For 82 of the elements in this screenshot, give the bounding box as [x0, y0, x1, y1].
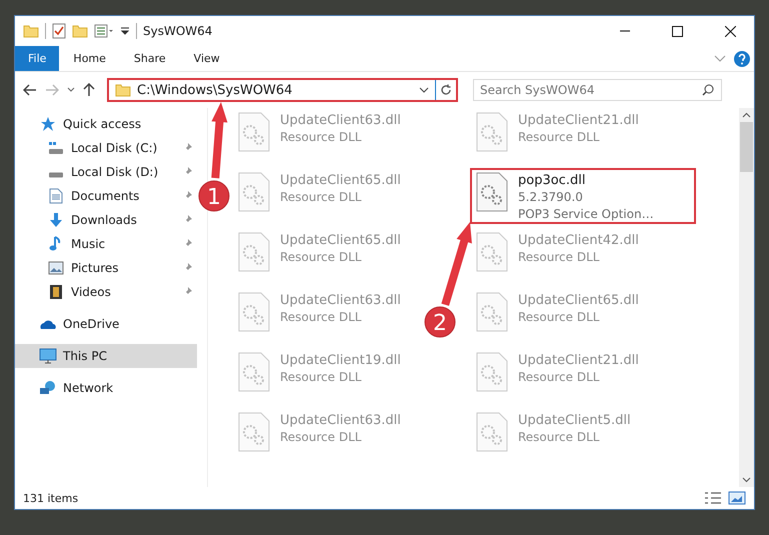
document-icon — [49, 188, 63, 204]
sidebar-item[interactable]: OneDrive — [15, 312, 197, 336]
file-detail: POP3 Service Option… — [518, 206, 654, 223]
network-icon — [39, 380, 57, 396]
selected-file-item[interactable]: pop3oc.dll 5.2.3790.0 POP3 Service Option… — [470, 168, 696, 224]
download-icon — [48, 212, 64, 228]
maximize-icon — [672, 26, 683, 36]
file-detail: Resource DLL — [280, 129, 362, 146]
music-note-icon — [49, 236, 63, 252]
scrollbar-thumb[interactable] — [740, 122, 753, 172]
gear-file-icon — [476, 232, 508, 272]
details-view-icon[interactable] — [704, 491, 722, 505]
close-icon — [725, 26, 736, 36]
sidebar-item[interactable]: Network — [15, 376, 197, 400]
properties-icon[interactable] — [94, 24, 114, 38]
window-title: SysWOW64 — [143, 24, 214, 38]
checklist-icon[interactable] — [52, 23, 66, 39]
gear-file-icon — [476, 412, 508, 452]
up-button[interactable] — [81, 81, 97, 99]
sidebar-item[interactable]: Pictures — [15, 256, 197, 280]
step-badge: 1 — [198, 180, 230, 212]
file-detail: Resource DLL — [518, 309, 600, 326]
caret-icon — [67, 87, 75, 93]
sidebar-item[interactable]: Videos — [15, 280, 197, 304]
gear-file-icon — [238, 172, 270, 212]
sidebar-item[interactable]: Documents — [15, 184, 197, 208]
address-path: C:\Windows\SysWOW64 — [137, 82, 294, 98]
chevron-down-icon[interactable] — [419, 87, 429, 93]
file-detail: Resource DLL — [518, 369, 600, 386]
folder-icon — [72, 24, 88, 38]
help-icon[interactable] — [734, 50, 750, 66]
monitor-icon — [39, 348, 57, 364]
ribbon-tab[interactable]: Share — [120, 46, 180, 71]
address-bar[interactable]: C:\Windows\SysWOW64 — [107, 78, 458, 102]
file-menu-button[interactable]: File — [15, 46, 60, 71]
sidebar-item[interactable]: Quick access — [15, 112, 197, 136]
file-detail: Resource DLL — [280, 369, 362, 386]
gear-file-icon — [476, 352, 508, 392]
sidebar-item[interactable]: Music — [15, 232, 197, 256]
file-detail: Resource DLL — [280, 249, 362, 266]
scroll-up-icon[interactable] — [742, 111, 751, 120]
file-detail: 5.2.3790.0 — [518, 189, 584, 206]
gear-file-icon — [238, 352, 270, 392]
file-detail: Resource DLL — [518, 429, 600, 446]
search-field[interactable]: Search SysWOW64 — [473, 79, 722, 101]
gear-file-icon — [238, 112, 270, 152]
sidebar-item[interactable]: This PC — [15, 344, 197, 368]
file-detail: Resource DLL — [518, 249, 600, 266]
expand-ribbon-icon[interactable] — [714, 54, 726, 62]
gear-file-icon — [476, 172, 508, 212]
file-name[interactable]: pop3oc.dll — [518, 172, 654, 189]
dropdown-icon[interactable] — [120, 26, 130, 36]
folder-icon — [23, 24, 39, 38]
file-detail: Resource DLL — [518, 129, 600, 146]
ribbon-tab[interactable]: Home — [59, 46, 120, 71]
folder-icon — [115, 83, 131, 97]
sidebar-item[interactable]: Local Disk (D:) — [15, 160, 197, 184]
sidebar-item[interactable]: Local Disk (C:) — [15, 136, 197, 160]
gear-file-icon — [238, 232, 270, 272]
picture-icon — [48, 261, 64, 275]
star-icon — [40, 116, 56, 132]
gear-file-icon — [238, 292, 270, 332]
gear-file-icon — [476, 112, 508, 152]
gear-file-icon — [476, 292, 508, 332]
scroll-down-icon[interactable] — [742, 475, 751, 484]
film-icon — [49, 284, 63, 300]
back-button[interactable] — [21, 82, 39, 98]
step-badge: 2 — [424, 306, 456, 338]
sidebar-item[interactable]: Downloads — [15, 208, 197, 232]
ribbon-tab[interactable]: View — [180, 46, 234, 71]
refresh-icon[interactable] — [440, 84, 452, 96]
large-icons-view-icon[interactable] — [728, 491, 746, 505]
minimize-icon — [620, 30, 630, 32]
drive-icon — [48, 172, 64, 178]
file-detail: Resource DLL — [280, 309, 362, 326]
file-detail: Resource DLL — [280, 429, 362, 446]
file-detail: Resource DLL — [280, 189, 362, 206]
gear-file-icon — [238, 412, 270, 452]
drive-icon — [48, 141, 64, 155]
item-count: 131 items — [23, 492, 80, 504]
cloud-icon — [39, 318, 57, 330]
scrollbar[interactable] — [739, 108, 754, 487]
